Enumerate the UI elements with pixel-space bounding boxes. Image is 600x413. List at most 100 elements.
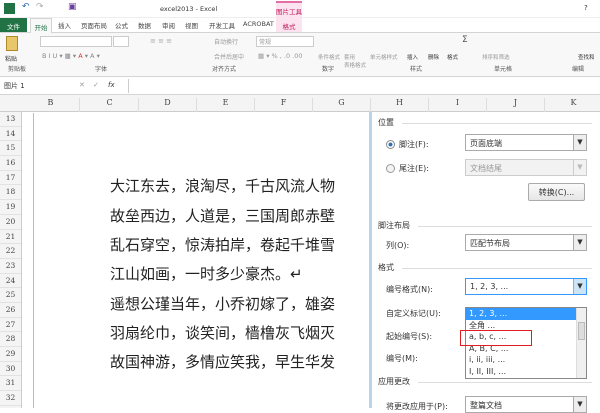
row-header[interactable]: 18 [0, 185, 21, 201]
chevron-down-icon[interactable]: ▼ [573, 160, 586, 175]
list-option[interactable]: 1, 2, 3, ... [466, 308, 586, 320]
row-header[interactable]: 16 [0, 156, 21, 171]
row-header[interactable]: 31 [0, 376, 21, 392]
cell-style-button[interactable]: 单元格样式 [370, 53, 398, 61]
row-header[interactable]: 25 [0, 288, 21, 303]
chevron-down-icon[interactable]: ▼ [573, 279, 586, 294]
help-button[interactable]: ? [584, 4, 588, 12]
apply-to-label: 将更改应用于(P): [386, 402, 448, 411]
tab-file[interactable]: 文件 [0, 18, 27, 32]
find-select-button[interactable]: 查找和 [578, 53, 595, 61]
chevron-down-icon[interactable]: ▼ [573, 397, 586, 412]
chevron-down-icon[interactable]: ▼ [573, 235, 586, 250]
column-header[interactable]: F [255, 98, 313, 112]
save-icon[interactable]: ▣ [68, 2, 77, 12]
row-header[interactable]: 26 [0, 303, 21, 318]
column-header[interactable]: G [313, 98, 371, 112]
row-header[interactable]: 20 [0, 215, 21, 230]
row-header[interactable]: 30 [0, 362, 21, 377]
footnote-position-select[interactable]: 页面底端 ▼ [465, 134, 587, 151]
tab-formulas[interactable]: 公式 [115, 20, 128, 30]
convert-button[interactable]: 转换(C)... [528, 183, 585, 201]
row-header[interactable]: 19 [0, 200, 21, 215]
apply-heading: 应用更改 [378, 377, 410, 386]
footnote-radio[interactable] [386, 140, 395, 149]
insert-cells-button[interactable]: 插入 [407, 53, 418, 61]
cancel-icon[interactable]: ✕ [79, 81, 85, 89]
number-format-select[interactable]: 1, 2, 3, ... ▼ [465, 278, 587, 295]
font-name-box[interactable] [40, 36, 112, 47]
tab-review[interactable]: 审阅 [162, 20, 175, 30]
enter-icon[interactable]: ✓ [93, 81, 99, 89]
wrap-text-button[interactable]: 自动换行 [214, 37, 238, 46]
autosum-icon[interactable]: Σ [462, 35, 468, 45]
list-option[interactable]: I, II, III, ... [466, 366, 586, 378]
column-header[interactable]: E [197, 98, 255, 112]
row-header[interactable]: 24 [0, 274, 21, 289]
tab-home[interactable]: 开始 [30, 18, 52, 33]
chevron-down-icon[interactable]: ▼ [573, 135, 586, 150]
poem-line: 江山如画，一时多少豪杰。↵ [110, 265, 303, 283]
row-header[interactable]: 14 [0, 127, 21, 142]
row-header[interactable]: 28 [0, 332, 21, 347]
row-headers: 13 14 15 16 17 18 19 20 21 22 23 24 25 26 27 28 29 30 31 32 [0, 112, 22, 408]
redo-icon[interactable]: ↷ [36, 2, 44, 12]
number-format-box[interactable]: 常规 [256, 36, 314, 47]
column-header[interactable]: J [487, 98, 545, 112]
tab-acrobat[interactable]: ACROBAT [243, 20, 274, 28]
font-format-icons[interactable]: B I U ▾ ▦ ▾ A ▾ A ▾ [42, 52, 100, 60]
row-header[interactable]: 17 [0, 171, 21, 186]
format-cells-button[interactable]: 格式 [447, 53, 458, 61]
tab-picture-format[interactable]: 格式 [276, 18, 302, 32]
font-size-box[interactable] [113, 36, 129, 47]
formula-input[interactable] [128, 79, 600, 93]
row-header[interactable]: 29 [0, 347, 21, 362]
number-format-value: 1, 2, 3, ... [470, 282, 509, 291]
apply-to-select[interactable]: 整篇文档 ▼ [465, 396, 587, 413]
tab-view[interactable]: 视图 [185, 20, 198, 30]
tab-data[interactable]: 数据 [138, 20, 151, 30]
column-header[interactable]: H [371, 98, 429, 112]
column-header[interactable]: D [139, 98, 197, 112]
row-header[interactable]: 13 [0, 112, 21, 127]
column-header[interactable]: I [429, 98, 487, 112]
row-header[interactable]: 23 [0, 259, 21, 274]
row-header[interactable]: 27 [0, 318, 21, 333]
column-header[interactable]: B [22, 98, 80, 112]
group-editing: 编辑 [572, 66, 585, 73]
alignment-icons[interactable]: ≡ ≡ ≡ [150, 37, 172, 45]
endnote-position-select[interactable]: 文档结尾 ▼ [465, 159, 587, 176]
column-header[interactable]: C [81, 98, 139, 112]
delete-cells-button[interactable]: 删除 [428, 53, 439, 61]
paste-icon[interactable] [6, 36, 18, 51]
picture-1[interactable]: 大江东去，浪淘尽，千古风流人物 故垒西边，人道是，三国周郎赤壁 乱石穿空，惊涛拍… [33, 113, 369, 408]
columns-select[interactable]: 匹配节布局 ▼ [465, 234, 587, 251]
tab-insert[interactable]: 插入 [58, 20, 71, 30]
row-header[interactable]: 15 [0, 141, 21, 157]
name-box[interactable]: 图片 1 [4, 81, 56, 92]
tab-developer[interactable]: 开发工具 [209, 20, 235, 30]
scrollbar-thumb[interactable] [578, 322, 585, 340]
list-scrollbar[interactable] [576, 308, 586, 378]
tab-page-layout[interactable]: 页面布局 [81, 20, 107, 30]
column-header[interactable]: K [545, 98, 600, 112]
list-option[interactable]: i, ii, iii, ... [466, 354, 586, 366]
conditional-format-button[interactable]: 条件格式 [318, 53, 340, 61]
row-header[interactable]: 22 [0, 244, 21, 259]
insert-function-button[interactable]: fx [108, 81, 115, 89]
formula-bar: 图片 1 ✕ ✓ fx [0, 78, 600, 95]
group-clipboard: 剪贴板 [8, 66, 27, 73]
sort-filter-button[interactable]: 排序和筛选 [482, 53, 510, 61]
number-icons[interactable]: ▦ ▾ % , .0 .00 [258, 52, 303, 60]
table-format-button[interactable]: 套用 表格格式 [344, 53, 370, 69]
row-header[interactable]: 21 [0, 230, 21, 245]
group-number: 数字 [322, 66, 335, 73]
endnote-radio[interactable] [386, 164, 395, 173]
row-header[interactable]: 32 [0, 391, 21, 406]
merge-center-button[interactable]: 合并后居中 [214, 52, 244, 61]
start-at-label: 起始编号(S): [386, 332, 433, 341]
undo-icon[interactable]: ↶ [22, 2, 30, 12]
title-bar: ↶ ↷ ▣ excel2013 - Excel 图片工具 ? [0, 0, 600, 18]
paste-button[interactable]: 粘贴 [5, 54, 17, 63]
group-cells: 单元格 [494, 66, 513, 73]
